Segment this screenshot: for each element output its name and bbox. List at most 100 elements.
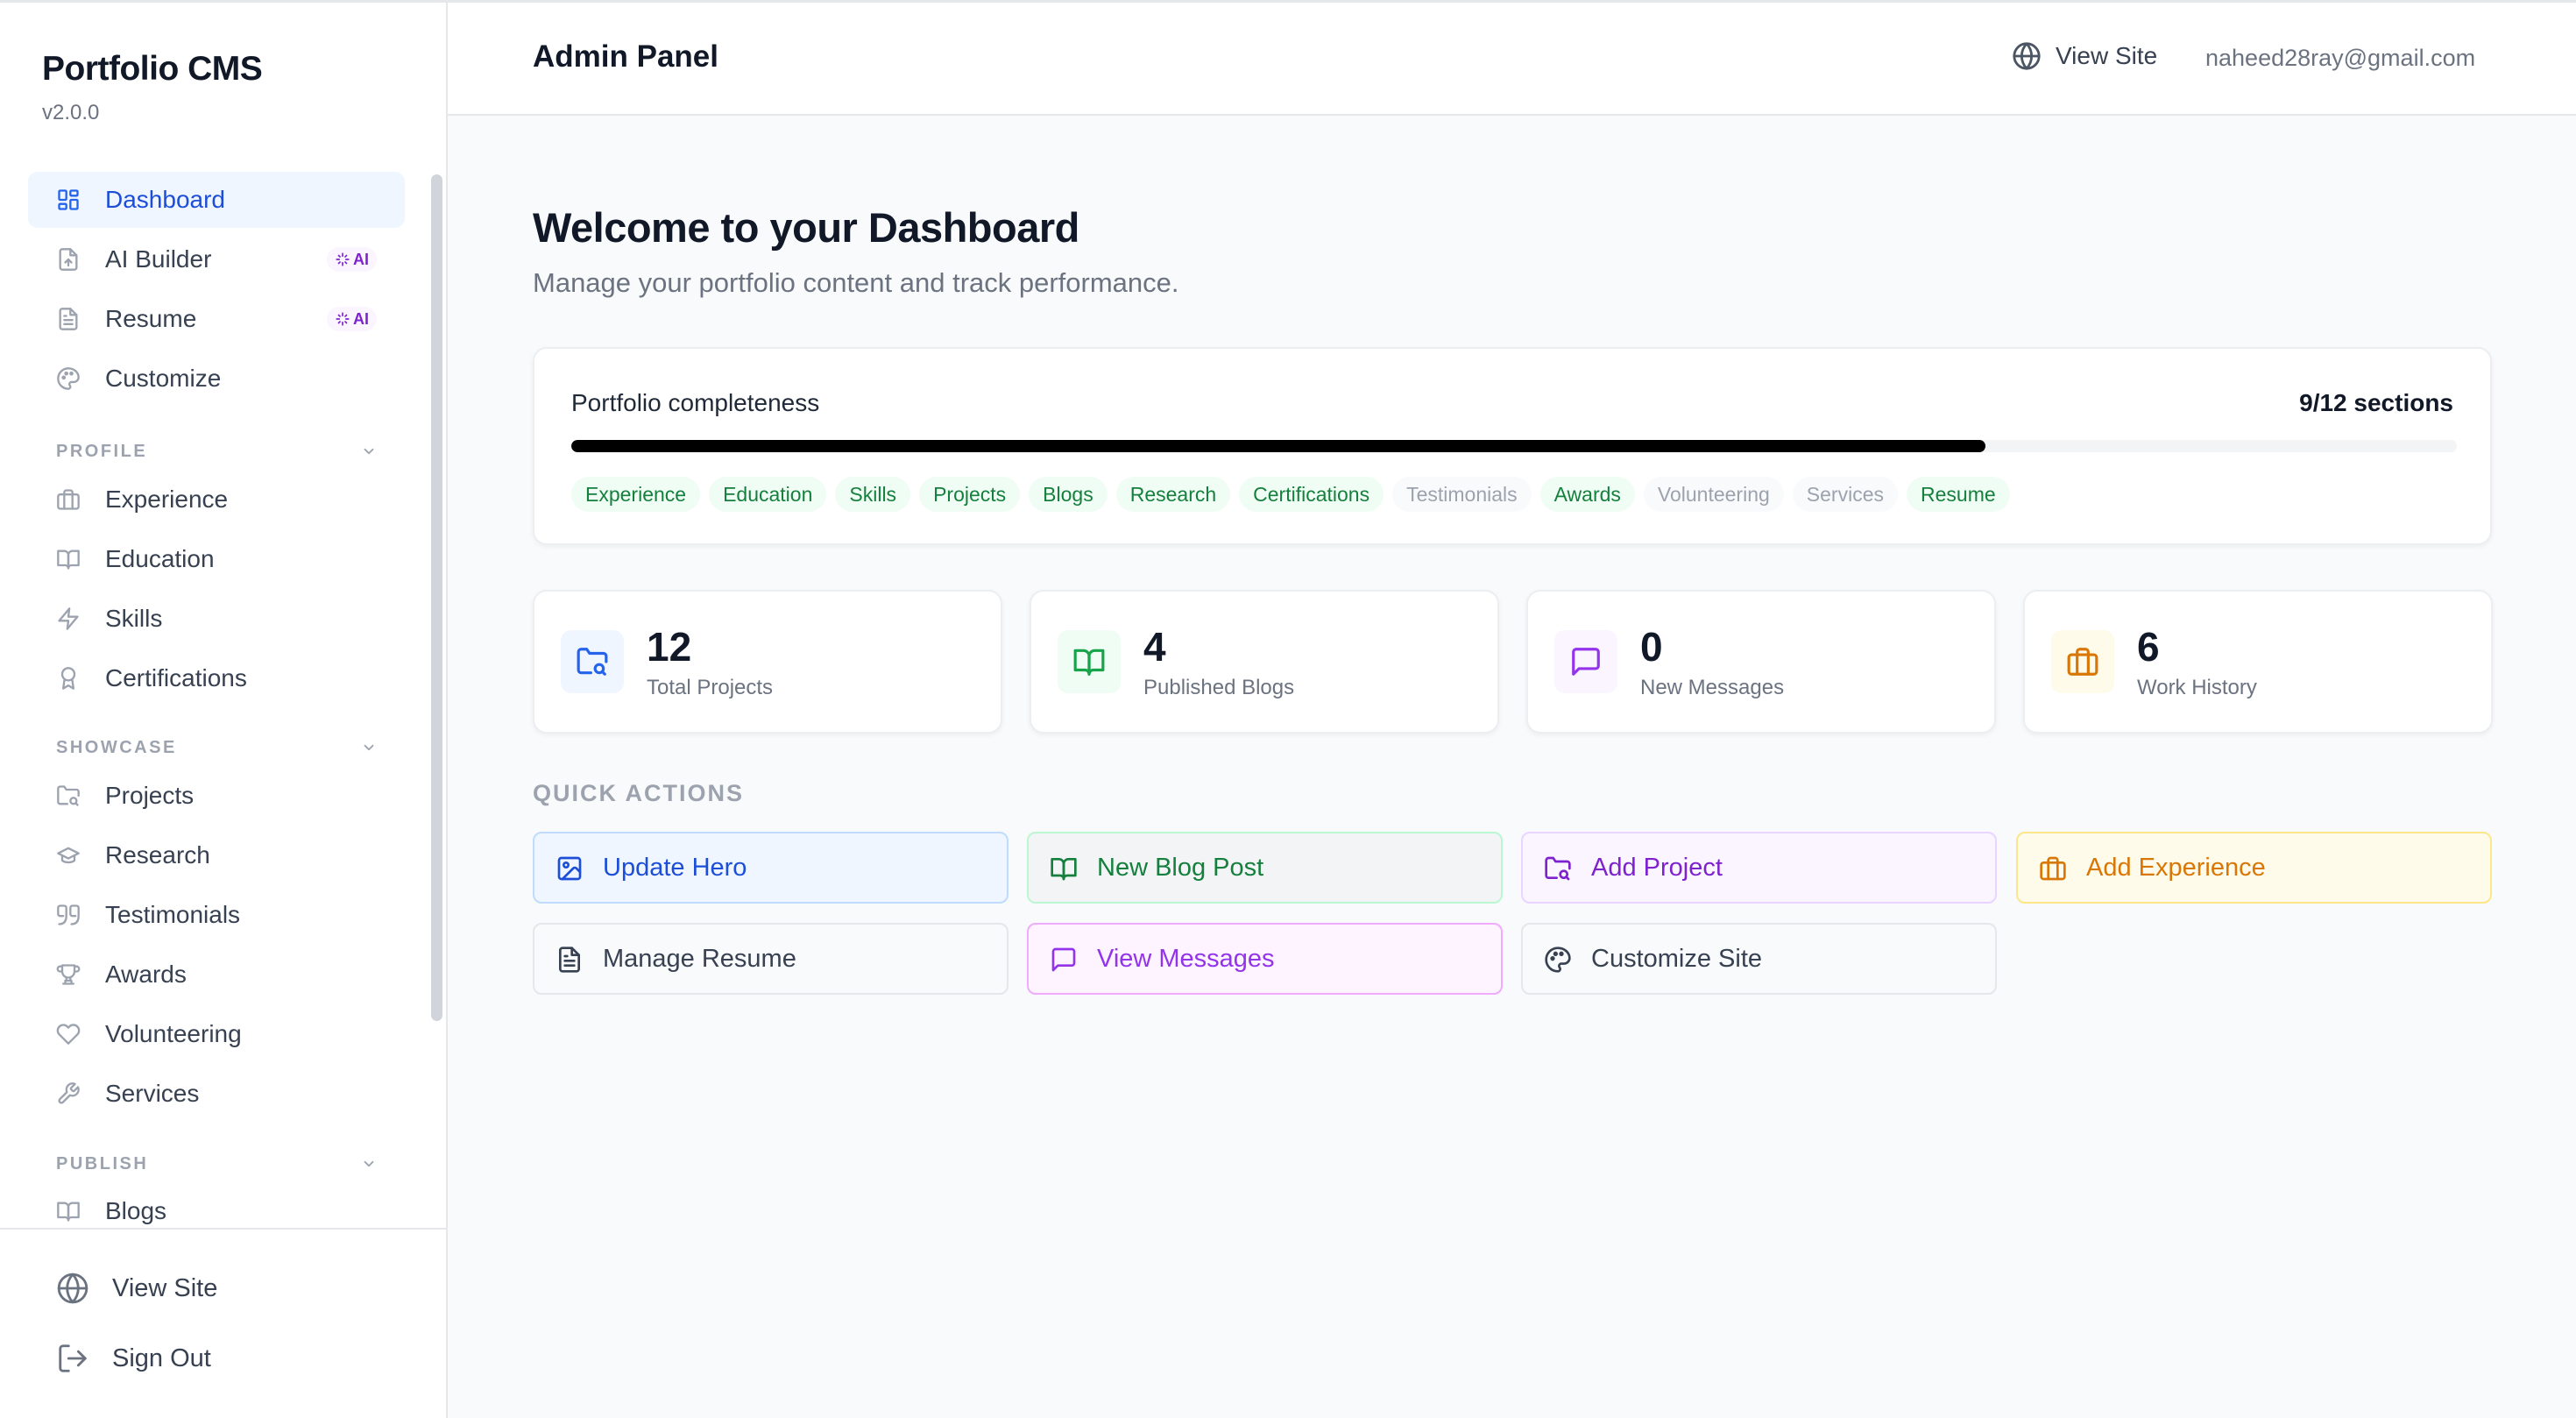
stat-card-projects[interactable]: 12 Total Projects [533, 590, 1002, 734]
header-view-site-link[interactable]: View Site [2012, 41, 2157, 71]
sidebar-item-experience[interactable]: Experience [28, 471, 405, 528]
image-icon [556, 854, 584, 883]
heart-icon [56, 1022, 81, 1046]
file-upload-icon [56, 247, 81, 272]
stat-label: Total Projects [647, 676, 774, 699]
palette-icon [1544, 946, 1572, 974]
completeness-progress-bar [571, 440, 2457, 452]
completeness-progress-fill [571, 440, 1985, 452]
add-project-button[interactable]: Add Project [1521, 832, 1997, 904]
stat-value: 0 [1640, 624, 1663, 670]
sidebar-item-label: Certifications [105, 664, 247, 691]
header-title: Admin Panel [533, 39, 718, 74]
stat-card-blogs[interactable]: 4 Published Blogs [1030, 590, 1499, 734]
chevron-down-icon [361, 740, 377, 755]
sidebar-item-label: Dashboard [105, 186, 225, 213]
sidebar-item-customize[interactable]: Customize [28, 351, 405, 407]
sidebar-nav[interactable]: Dashboard AI Builder AI Resume AI Custom… [0, 169, 421, 1230]
palette-icon [56, 366, 81, 391]
section-chip-certifications: Certifications [1239, 477, 1384, 512]
sign-out-button[interactable]: Sign Out [56, 1342, 211, 1375]
section-header-showcase[interactable]: SHOWCASE [56, 734, 377, 761]
app-version: v2.0.0 [42, 101, 100, 124]
section-header-profile[interactable]: PROFILE [56, 438, 377, 464]
folder-search-icon [561, 630, 624, 693]
message-square-icon [1554, 630, 1617, 693]
sidebar-item-testimonials[interactable]: Testimonials [28, 887, 405, 943]
log-out-icon [56, 1342, 89, 1375]
briefcase-icon [56, 487, 81, 512]
file-text-icon [556, 946, 584, 974]
manage-resume-button[interactable]: Manage Resume [533, 923, 1008, 995]
customize-site-button[interactable]: Customize Site [1521, 923, 1997, 995]
section-chips: Experience Education Skills Projects Blogs Re… [571, 477, 2010, 512]
completeness-card: Portfolio completeness 9/12 sections Exp… [533, 347, 2492, 545]
sidebar-item-label: Volunteering [105, 1020, 242, 1047]
section-chip-services: Services [1792, 477, 1898, 512]
sidebar-item-dashboard[interactable]: Dashboard [28, 172, 405, 228]
globe-icon [2012, 41, 2042, 71]
sidebar-item-label: Awards [105, 961, 187, 988]
sidebar-item-label: Services [105, 1080, 200, 1107]
folder-search-icon [1544, 854, 1572, 883]
sidebar-item-label: Projects [105, 782, 195, 809]
stat-value: 12 [647, 624, 692, 670]
sidebar-footer: View Site Sign Out [0, 1228, 446, 1418]
sidebar-item-label: Blogs [105, 1197, 167, 1224]
stat-label: New Messages [1640, 676, 1785, 699]
sidebar-item-blogs[interactable]: Blogs [28, 1183, 405, 1230]
section-header-publish[interactable]: PUBLISH [56, 1151, 377, 1177]
chevron-down-icon [361, 443, 377, 459]
view-messages-button[interactable]: View Messages [1027, 923, 1503, 995]
sidebar-item-ai-builder[interactable]: AI Builder AI [28, 231, 405, 287]
update-hero-button[interactable]: Update Hero [533, 832, 1008, 904]
file-text-icon [56, 307, 81, 331]
sidebar-item-resume[interactable]: Resume AI [28, 291, 405, 347]
ai-badge: AI [327, 247, 377, 272]
book-open-icon [56, 1199, 81, 1223]
sidebar: Portfolio CMS v2.0.0 Dashboard AI Builde… [0, 3, 448, 1418]
stat-card-messages[interactable]: 0 New Messages [1526, 590, 1996, 734]
page-title: Welcome to your Dashboard [533, 204, 1079, 251]
add-experience-button[interactable]: Add Experience [2016, 832, 2492, 904]
page-subtitle: Manage your portfolio content and track … [533, 267, 1179, 298]
message-square-icon [1050, 946, 1078, 974]
sidebar-item-education[interactable]: Education [28, 531, 405, 587]
section-chip-volunteering: Volunteering [1643, 477, 1784, 512]
sidebar-item-certifications[interactable]: Certifications [28, 650, 405, 706]
section-chip-testimonials: Testimonials [1392, 477, 1532, 512]
sidebar-item-label: Customize [105, 365, 222, 392]
completeness-label: Portfolio completeness [571, 389, 820, 416]
sidebar-item-label: Testimonials [105, 901, 241, 928]
app-title: Portfolio CMS [42, 50, 263, 88]
sparkles-icon [336, 252, 350, 266]
quote-icon [56, 903, 81, 927]
stat-card-work-history[interactable]: 6 Work History [2023, 590, 2493, 734]
footer-view-site-link[interactable]: View Site [56, 1272, 217, 1305]
section-chip-awards: Awards [1539, 477, 1635, 512]
stat-value: 6 [2137, 624, 2160, 670]
section-chip-projects: Projects [919, 477, 1021, 512]
section-chip-experience: Experience [571, 477, 701, 512]
zap-icon [56, 606, 81, 631]
sidebar-item-label: Experience [105, 486, 229, 513]
stat-label: Published Blogs [1143, 676, 1295, 699]
section-chip-resume: Resume [1907, 477, 2010, 512]
sidebar-scrollbar[interactable] [431, 174, 442, 1021]
trophy-icon [56, 962, 81, 987]
sidebar-item-awards[interactable]: Awards [28, 947, 405, 1003]
award-icon [56, 666, 81, 691]
section-chip-education: Education [709, 477, 827, 512]
sidebar-item-label: Skills [105, 605, 163, 632]
sidebar-item-projects[interactable]: Projects [28, 768, 405, 824]
completeness-count: 9/12 sections [2299, 389, 2453, 416]
dashboard-grid-icon [56, 188, 81, 212]
section-chip-skills: Skills [835, 477, 911, 512]
sidebar-item-services[interactable]: Services [28, 1066, 405, 1122]
folder-search-icon [56, 783, 81, 808]
new-blog-post-button[interactable]: New Blog Post [1027, 832, 1503, 904]
sidebar-item-research[interactable]: Research [28, 827, 405, 883]
sidebar-item-volunteering[interactable]: Volunteering [28, 1006, 405, 1062]
sidebar-item-skills[interactable]: Skills [28, 591, 405, 647]
stat-value: 4 [1143, 624, 1166, 670]
